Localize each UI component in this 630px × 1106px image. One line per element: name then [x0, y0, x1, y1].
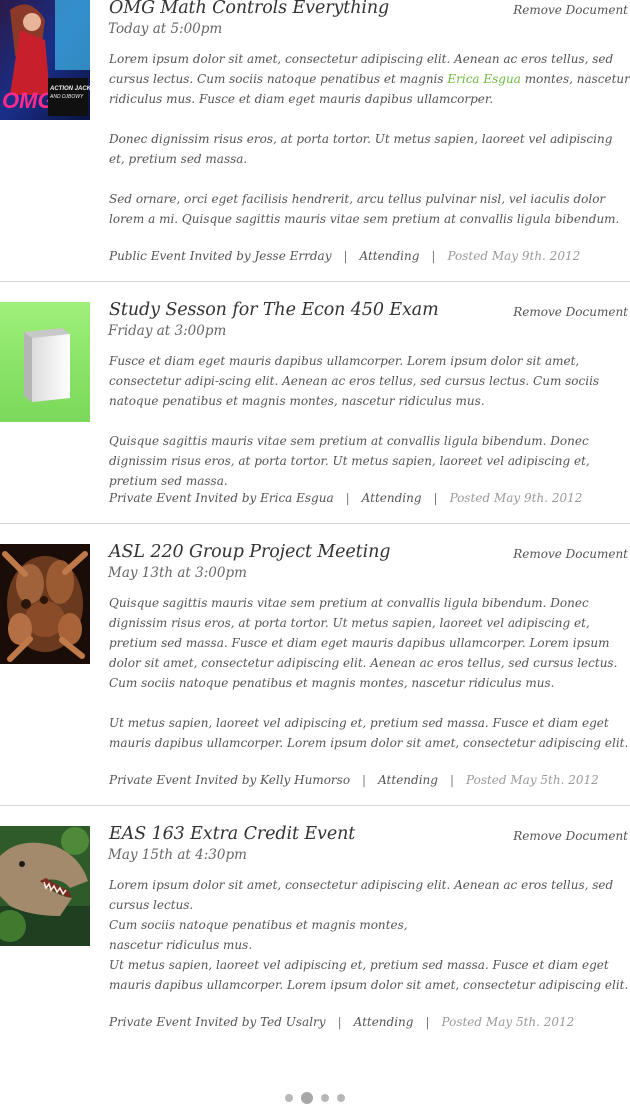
attending-status[interactable]: Attending [354, 1015, 414, 1029]
description-line: Lorem ipsum dolor sit amet, consectetur … [109, 878, 614, 912]
svg-text:AND DJBOWY: AND DJBOWY [49, 94, 84, 100]
event-time: May 13th at 3:00pm [108, 565, 247, 581]
event-title[interactable]: OMG Math Controls Everything [109, 0, 389, 18]
pagination-dot-2[interactable] [301, 1091, 313, 1104]
dinosaur-photo [0, 826, 90, 946]
posted-date: Posted May 5th. 2012 [466, 773, 599, 787]
green-book-icon [0, 302, 90, 422]
event-description: Sed ornare, orci eget facilisis hendreri… [109, 192, 620, 226]
divider [0, 523, 630, 524]
event-time: Friday at 3:00pm [108, 323, 227, 339]
separator: | [431, 249, 436, 263]
remove-document-button[interactable]: Remove Document [513, 547, 628, 561]
event-meta: Public Event Invited by Jesse Errday | Att… [109, 249, 580, 263]
description-line: Cum sociis natoque penatibus et magnis m… [109, 918, 408, 932]
remove-document-button[interactable]: Remove Document [513, 305, 628, 319]
pagination-dot-1[interactable] [285, 1093, 293, 1102]
pagination-dot-4[interactable] [337, 1093, 345, 1102]
hands-photo [0, 544, 90, 664]
concert-poster-image: OMG! ACTION JACKS AND DJBOWY [0, 0, 90, 120]
event-thumbnail-book[interactable] [0, 302, 90, 422]
attending-status[interactable]: Attending [362, 491, 422, 505]
event-meta: Private Event Invited by Erica Esgua | Att… [109, 491, 582, 505]
divider [0, 805, 630, 806]
svg-text:ACTION JACKS: ACTION JACKS [49, 86, 90, 92]
divider [0, 281, 630, 282]
pagination-dots [0, 1087, 630, 1106]
event-description: Ut metus sapien, laoreet vel adipiscing … [109, 716, 629, 750]
separator: | [449, 773, 454, 787]
event-invited: Private Event Invited by Ted Usalry [109, 1015, 326, 1029]
event-thumbnail-dinosaur[interactable] [0, 826, 90, 946]
event-meta: Private Event Invited by Ted Usalry | Atte… [109, 1015, 574, 1029]
event-description: Lorem ipsum dolor sit amet, consectetur … [109, 49, 630, 109]
event-thumbnail-concert[interactable]: OMG! ACTION JACKS AND DJBOWY [0, 0, 90, 120]
event-description: Ut metus sapien, laoreet vel adipiscing … [109, 958, 629, 992]
event-description: Quisque sagittis mauris vitae sem pretiu… [109, 434, 590, 488]
event-meta: Private Event Invited by Kelly Humorso | A… [109, 773, 599, 787]
event-description: Fusce et diam eget mauris dapibus ullamc… [109, 354, 600, 408]
posted-date: Posted May 9th. 2012 [449, 491, 583, 505]
separator: | [345, 491, 350, 505]
attending-status[interactable]: Attending [378, 773, 438, 787]
separator: | [337, 1015, 342, 1029]
separator: | [362, 773, 367, 787]
attending-status[interactable]: Attending [360, 249, 420, 263]
event-title[interactable]: ASL 220 Group Project Meeting [109, 542, 390, 562]
event-title[interactable]: Study Sesson for The Econ 450 Exam [109, 300, 439, 320]
posted-date: Posted May 5th. 2012 [441, 1015, 575, 1029]
event-thumbnail-hands[interactable] [0, 544, 90, 664]
event-time: Today at 5:00pm [108, 21, 223, 37]
remove-document-button[interactable]: Remove Document [513, 3, 628, 17]
event-description: Lorem ipsum dolor sit amet, consectetur … [109, 875, 630, 955]
event-description: Donec dignissim risus eros, at porta tor… [109, 132, 613, 166]
event-invited: Public Event Invited by Jesse Errday [109, 249, 332, 263]
event-time: May 15th at 4:30pm [108, 847, 247, 863]
separator: | [343, 249, 348, 263]
posted-date: Posted May 9th. 2012 [447, 249, 581, 263]
event-invited: Private Event Invited by Kelly Humorso [109, 773, 351, 787]
separator: | [425, 1015, 430, 1029]
separator: | [433, 491, 438, 505]
event-description: Quisque sagittis mauris vitae sem pretiu… [109, 596, 618, 690]
event-invited: Private Event Invited by Erica Esgua [109, 491, 334, 505]
user-link[interactable]: Erica Esgua [447, 72, 521, 86]
description-line: nascetur ridiculus mus. [109, 938, 253, 952]
pagination-dot-3[interactable] [321, 1093, 329, 1102]
remove-document-button[interactable]: Remove Document [513, 829, 628, 843]
event-title[interactable]: EAS 163 Extra Credit Event [109, 824, 355, 844]
